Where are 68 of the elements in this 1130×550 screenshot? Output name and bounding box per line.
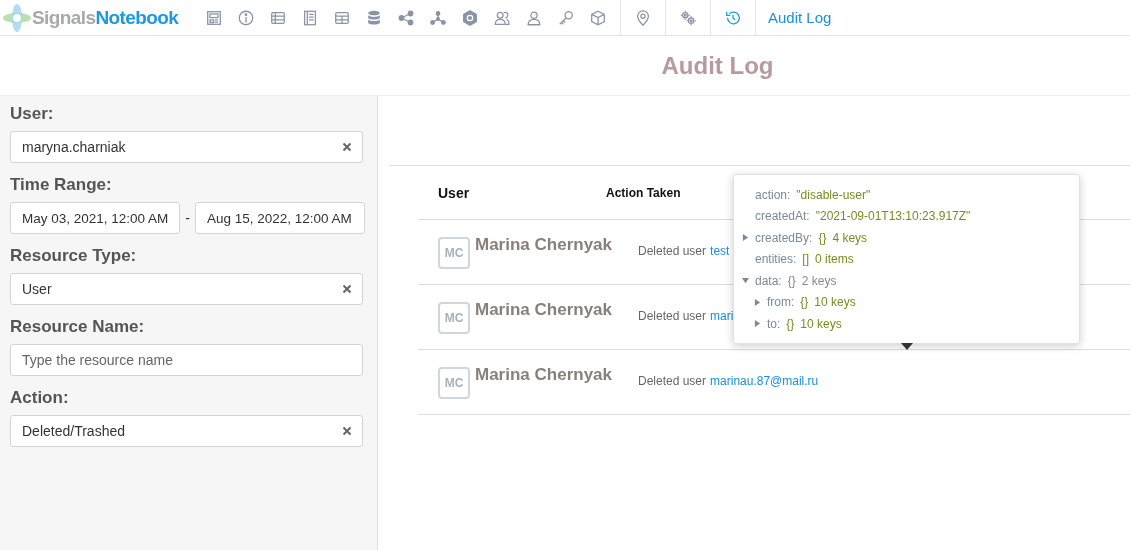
database-icon[interactable] bbox=[365, 8, 383, 27]
json-summary: 2 keys bbox=[801, 273, 837, 288]
notebook-icon[interactable] bbox=[301, 8, 319, 27]
box-icon[interactable] bbox=[589, 8, 607, 27]
json-brace: {} bbox=[786, 316, 795, 331]
select-field[interactable]: maryna.charniak bbox=[10, 131, 363, 163]
json-key: from: bbox=[767, 295, 795, 310]
select-field[interactable]: User bbox=[10, 273, 363, 305]
action-text: Deleted user bbox=[638, 244, 707, 258]
pin-icon[interactable] bbox=[634, 8, 652, 27]
clear-icon[interactable] bbox=[342, 284, 352, 294]
user-email-link[interactable]: test bbox=[710, 244, 730, 258]
clear-icon[interactable] bbox=[342, 426, 352, 436]
action-text: Deleted user bbox=[638, 309, 707, 323]
expand-arrow-icon[interactable] bbox=[754, 320, 761, 328]
filter-label: Resource Type: bbox=[10, 246, 138, 266]
column-header: Action Taken bbox=[606, 185, 681, 200]
json-summary: 10 keys bbox=[800, 316, 842, 331]
network-icon[interactable] bbox=[429, 8, 447, 27]
user-name: Marina Chernyak bbox=[475, 300, 612, 320]
user-avatar: MC bbox=[438, 367, 470, 399]
filter-label: Time Range: bbox=[10, 175, 113, 195]
json-summary: 10 keys bbox=[814, 295, 856, 310]
select-field[interactable]: Deleted/Trashed bbox=[10, 415, 363, 447]
filter-label: Action: bbox=[10, 388, 70, 408]
expand-arrow-icon[interactable] bbox=[754, 298, 761, 306]
info-icon[interactable] bbox=[237, 8, 255, 27]
logo-text: SignalsNotebook bbox=[32, 6, 179, 29]
json-summary: 0 items bbox=[815, 252, 854, 267]
column-header: User bbox=[437, 184, 471, 201]
popover-pointer-icon bbox=[901, 343, 913, 350]
expand-arrow-icon[interactable] bbox=[742, 277, 749, 285]
user-name: Marina Chernyak bbox=[475, 235, 612, 255]
date-field[interactable]: Aug 15, 2022, 12:00 AM bbox=[195, 202, 365, 234]
user-email-link[interactable]: marinau.87@mail.ru bbox=[710, 374, 819, 388]
user-email-link[interactable]: mari bbox=[710, 309, 734, 323]
key-icon[interactable] bbox=[557, 8, 575, 27]
hexagon-icon[interactable] bbox=[461, 8, 479, 27]
audit-log-link[interactable]: Audit Log bbox=[768, 9, 832, 26]
expand-arrow-icon[interactable] bbox=[742, 234, 749, 242]
date-field[interactable]: May 03, 2021, 12:00 AM bbox=[10, 202, 180, 234]
filter-label: User: bbox=[10, 104, 55, 124]
json-key: data: bbox=[755, 273, 782, 288]
json-brace: {} bbox=[818, 230, 827, 245]
json-key: action: bbox=[755, 187, 791, 202]
action-text: Deleted user bbox=[638, 374, 707, 388]
user-avatar: MC bbox=[438, 302, 470, 334]
gears-icon[interactable] bbox=[679, 8, 697, 27]
json-key: createdBy: bbox=[755, 230, 813, 245]
filter-label: Resource Name: bbox=[10, 317, 146, 337]
json-value: "2021-09-01T13:10:23.917Z" bbox=[815, 209, 971, 224]
json-key: createdAt: bbox=[755, 209, 810, 224]
history-icon[interactable] bbox=[724, 8, 742, 27]
user-avatar: MC bbox=[438, 237, 470, 269]
json-brace: {} bbox=[800, 295, 809, 310]
json-value: "disable-user" bbox=[796, 187, 871, 202]
json-summary: 4 keys bbox=[832, 230, 868, 245]
json-key: to: bbox=[767, 316, 781, 331]
range-separator: - bbox=[184, 210, 191, 226]
clear-icon[interactable] bbox=[342, 142, 352, 152]
share-icon[interactable] bbox=[397, 8, 415, 27]
user-name: Marina Chernyak bbox=[475, 365, 612, 385]
resource-name-field[interactable]: Type the resource name bbox=[10, 344, 363, 376]
json-brace: [] bbox=[802, 252, 810, 267]
json-brace: {} bbox=[787, 273, 796, 288]
page-title: Audit Log bbox=[661, 51, 774, 80]
json-key: entities: bbox=[755, 252, 797, 267]
layout-icon[interactable] bbox=[205, 8, 223, 27]
